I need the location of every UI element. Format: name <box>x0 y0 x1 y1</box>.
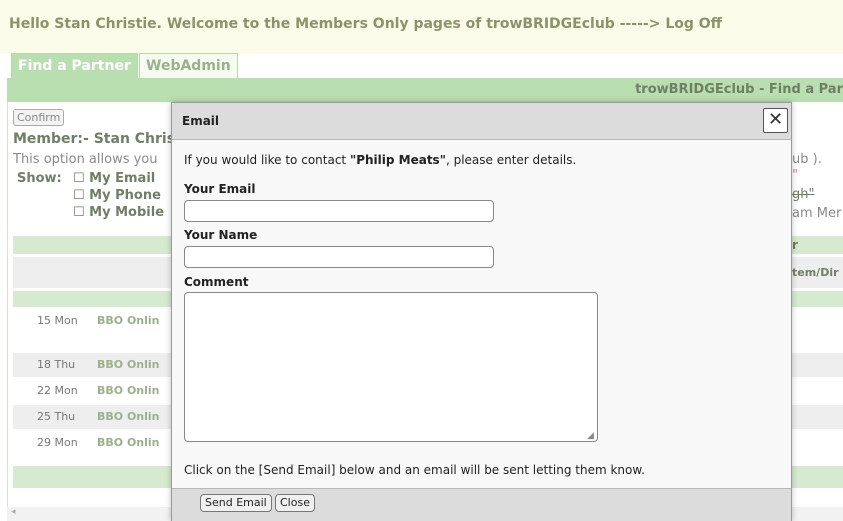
right-text-fragment-4: am Mer <box>792 206 842 221</box>
comment-label: Comment <box>184 275 249 289</box>
row-date: 29 Mon <box>37 436 78 449</box>
show-my-email-checkbox[interactable]: ☐ My Email <box>73 171 155 186</box>
dialog-header: Email ✕ <box>172 103 791 140</box>
header-strip: trowBRIDGEclub - Find a Par <box>7 78 843 102</box>
tab-find-a-partner[interactable]: Find a Partner <box>11 53 138 78</box>
email-field[interactable] <box>184 200 494 222</box>
close-button[interactable]: Close <box>275 494 315 512</box>
right-text-fragment-2: " <box>792 168 798 183</box>
row-date: 22 Mon <box>37 384 78 397</box>
row-event-link[interactable]: BBO Onlin <box>97 410 160 423</box>
name-label: Your Name <box>184 228 258 242</box>
email-label: Your Email <box>184 182 256 196</box>
column-subheader-fragment: tem/Dir <box>792 266 839 279</box>
welcome-bar: Hello Stan Christie. Welcome to the Memb… <box>0 0 843 54</box>
show-my-mobile-checkbox[interactable]: ☐ My Mobile <box>73 205 164 220</box>
email-dialog: Email ✕ If you would like to contact "Ph… <box>171 102 792 521</box>
intro-text-end: , please enter details. <box>445 153 577 167</box>
row-event-link[interactable]: BBO Onlin <box>97 384 160 397</box>
close-icon[interactable]: ✕ <box>763 108 788 133</box>
welcome-message[interactable]: Hello Stan Christie. Welcome to the Memb… <box>9 16 722 32</box>
dialog-note: Click on the [Send Email] below and an e… <box>184 463 645 477</box>
row-date: 18 Thu <box>37 358 76 371</box>
show-label: Show: <box>17 171 62 186</box>
row-event-link[interactable]: BBO Onlin <box>97 314 160 327</box>
chevron-left-icon[interactable]: ◂ <box>11 507 16 517</box>
show-my-phone-checkbox[interactable]: ☐ My Phone <box>73 188 161 203</box>
name-field[interactable] <box>184 246 494 268</box>
row-date: 25 Thu <box>37 410 76 423</box>
send-email-button[interactable]: Send Email <box>200 494 272 512</box>
dialog-title: Email <box>182 114 220 128</box>
confirm-button[interactable]: Confirm <box>13 109 65 126</box>
row-event-link[interactable]: BBO Onlin <box>97 358 160 371</box>
tab-webadmin[interactable]: WebAdmin <box>139 53 238 78</box>
comment-textarea[interactable] <box>184 292 598 442</box>
right-text-fragment-3: gh" <box>792 187 815 202</box>
column-header-fragment: r <box>792 238 798 252</box>
resize-grip-icon[interactable]: ◢ <box>587 431 594 441</box>
option-description: This option allows you <box>13 152 158 167</box>
page-title: trowBRIDGEclub - Find a Par <box>635 82 843 97</box>
dialog-footer: Send Email Close <box>172 488 791 521</box>
row-event-link[interactable]: BBO Onlin <box>97 436 160 449</box>
contact-name: "Philip Meats" <box>349 153 446 167</box>
row-date: 15 Mon <box>37 314 78 327</box>
members-page: Hello Stan Christie. Welcome to the Memb… <box>0 0 843 521</box>
member-label: Member:- Stan Chris <box>13 131 176 147</box>
intro-text: If you would like to contact <box>184 153 350 167</box>
dialog-intro: If you would like to contact "Philip Mea… <box>184 153 576 167</box>
right-text-fragment-1: ub ). <box>792 152 822 167</box>
